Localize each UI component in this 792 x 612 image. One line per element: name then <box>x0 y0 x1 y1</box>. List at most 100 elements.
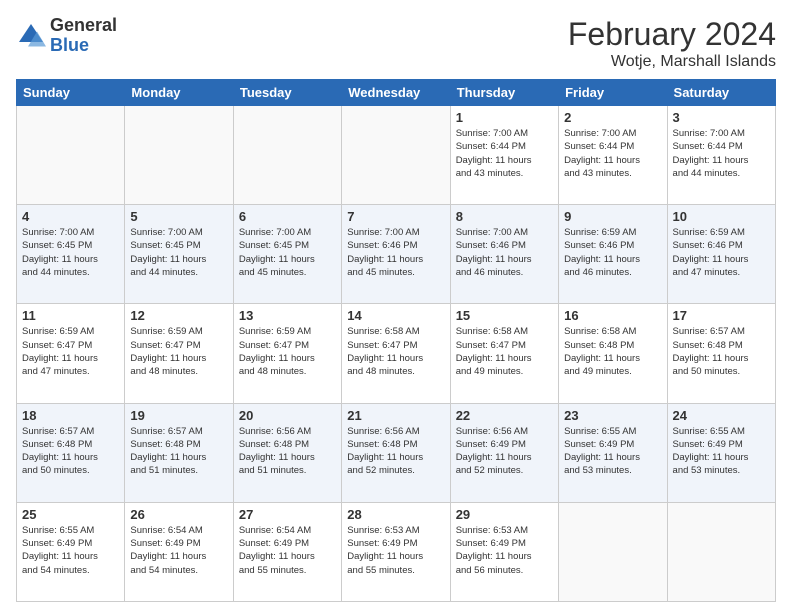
day-info: Sunrise: 6:59 AMSunset: 6:46 PMDaylight:… <box>673 226 770 279</box>
day-info: Sunrise: 6:59 AMSunset: 6:47 PMDaylight:… <box>239 325 336 378</box>
calendar-cell: 24 Sunrise: 6:55 AMSunset: 6:49 PMDayligh… <box>667 403 775 502</box>
calendar-cell: 16 Sunrise: 6:58 AMSunset: 6:48 PMDayligh… <box>559 304 667 403</box>
calendar-weekday-friday: Friday <box>559 80 667 106</box>
day-info: Sunrise: 6:53 AMSunset: 6:49 PMDaylight:… <box>347 524 444 577</box>
day-info: Sunrise: 7:00 AMSunset: 6:46 PMDaylight:… <box>456 226 553 279</box>
calendar-weekday-saturday: Saturday <box>667 80 775 106</box>
day-number: 24 <box>673 408 770 423</box>
calendar-cell: 20 Sunrise: 6:56 AMSunset: 6:48 PMDayligh… <box>233 403 341 502</box>
calendar-header-row: SundayMondayTuesdayWednesdayThursdayFrid… <box>17 80 776 106</box>
day-info: Sunrise: 6:59 AMSunset: 6:47 PMDaylight:… <box>130 325 227 378</box>
day-number: 16 <box>564 308 661 323</box>
day-info: Sunrise: 7:00 AMSunset: 6:44 PMDaylight:… <box>456 127 553 180</box>
day-info: Sunrise: 7:00 AMSunset: 6:46 PMDaylight:… <box>347 226 444 279</box>
calendar-week-row: 11Sunrise: 6:59 AMSunset: 6:47 PMDayligh… <box>17 304 776 403</box>
title-block: February 2024 Wotje, Marshall Islands <box>568 16 776 71</box>
day-number: 26 <box>130 507 227 522</box>
calendar-cell: 3Sunrise: 7:00 AMSunset: 6:44 PMDaylight… <box>667 106 775 205</box>
day-number: 21 <box>347 408 444 423</box>
logo: General Blue <box>16 16 117 56</box>
calendar-cell: 12Sunrise: 6:59 AMSunset: 6:47 PMDayligh… <box>125 304 233 403</box>
calendar-weekday-monday: Monday <box>125 80 233 106</box>
title-location: Wotje, Marshall Islands <box>568 53 776 71</box>
day-info: Sunrise: 7:00 AMSunset: 6:45 PMDaylight:… <box>130 226 227 279</box>
calendar-cell: 26 Sunrise: 6:54 AMSunset: 6:49 PMDayligh… <box>125 502 233 601</box>
calendar-cell: 6 Sunrise: 7:00 AMSunset: 6:45 PMDaylight… <box>233 205 341 304</box>
day-number: 22 <box>456 408 553 423</box>
calendar-week-row: 25 Sunrise: 6:55 AMSunset: 6:49 PMDayligh… <box>17 502 776 601</box>
day-info: Sunrise: 6:57 AMSunset: 6:48 PMDaylight:… <box>22 425 119 478</box>
header: General Blue February 2024 Wotje, Marsha… <box>16 16 776 71</box>
calendar-cell <box>233 106 341 205</box>
day-info: Sunrise: 6:56 AMSunset: 6:49 PMDaylight:… <box>456 425 553 478</box>
calendar-cell <box>125 106 233 205</box>
calendar-cell: 1 Sunrise: 7:00 AMSunset: 6:44 PMDaylight… <box>450 106 558 205</box>
calendar-weekday-thursday: Thursday <box>450 80 558 106</box>
calendar-week-row: 1 Sunrise: 7:00 AMSunset: 6:44 PMDaylight… <box>17 106 776 205</box>
day-info: Sunrise: 6:57 AMSunset: 6:48 PMDaylight:… <box>130 425 227 478</box>
day-number: 4 <box>22 209 119 224</box>
calendar-cell: 23 Sunrise: 6:55 AMSunset: 6:49 PMDayligh… <box>559 403 667 502</box>
calendar-cell: 11Sunrise: 6:59 AMSunset: 6:47 PMDayligh… <box>17 304 125 403</box>
day-number: 29 <box>456 507 553 522</box>
calendar-cell <box>559 502 667 601</box>
calendar-cell: 7 Sunrise: 7:00 AMSunset: 6:46 PMDaylight… <box>342 205 450 304</box>
day-number: 7 <box>347 209 444 224</box>
calendar-cell: 8 Sunrise: 7:00 AMSunset: 6:46 PMDaylight… <box>450 205 558 304</box>
day-number: 9 <box>564 209 661 224</box>
day-number: 20 <box>239 408 336 423</box>
logo-text: General Blue <box>50 16 117 56</box>
day-number: 17 <box>673 308 770 323</box>
day-number: 2 <box>564 110 661 125</box>
day-info: Sunrise: 7:00 AMSunset: 6:44 PMDaylight:… <box>673 127 770 180</box>
calendar-cell: 29 Sunrise: 6:53 AMSunset: 6:49 PMDayligh… <box>450 502 558 601</box>
day-info: Sunrise: 6:56 AMSunset: 6:48 PMDaylight:… <box>347 425 444 478</box>
day-info: Sunrise: 6:55 AMSunset: 6:49 PMDaylight:… <box>564 425 661 478</box>
calendar-cell: 21 Sunrise: 6:56 AMSunset: 6:48 PMDayligh… <box>342 403 450 502</box>
day-number: 28 <box>347 507 444 522</box>
day-info: Sunrise: 6:54 AMSunset: 6:49 PMDaylight:… <box>239 524 336 577</box>
day-info: Sunrise: 6:53 AMSunset: 6:49 PMDaylight:… <box>456 524 553 577</box>
calendar-cell: 5 Sunrise: 7:00 AMSunset: 6:45 PMDaylight… <box>125 205 233 304</box>
calendar-weekday-tuesday: Tuesday <box>233 80 341 106</box>
day-number: 25 <box>22 507 119 522</box>
day-info: Sunrise: 7:00 AMSunset: 6:45 PMDaylight:… <box>22 226 119 279</box>
calendar-cell: 4 Sunrise: 7:00 AMSunset: 6:45 PMDaylight… <box>17 205 125 304</box>
day-info: Sunrise: 6:59 AMSunset: 6:46 PMDaylight:… <box>564 226 661 279</box>
calendar-cell: 28 Sunrise: 6:53 AMSunset: 6:49 PMDayligh… <box>342 502 450 601</box>
calendar-cell: 13 Sunrise: 6:59 AMSunset: 6:47 PMDayligh… <box>233 304 341 403</box>
calendar-cell <box>342 106 450 205</box>
day-info: Sunrise: 6:58 AMSunset: 6:48 PMDaylight:… <box>564 325 661 378</box>
day-info: Sunrise: 7:00 AMSunset: 6:45 PMDaylight:… <box>239 226 336 279</box>
calendar-table: SundayMondayTuesdayWednesdayThursdayFrid… <box>16 79 776 602</box>
calendar-cell: 2 Sunrise: 7:00 AMSunset: 6:44 PMDaylight… <box>559 106 667 205</box>
day-info: Sunrise: 6:58 AMSunset: 6:47 PMDaylight:… <box>456 325 553 378</box>
calendar-cell: 15Sunrise: 6:58 AMSunset: 6:47 PMDayligh… <box>450 304 558 403</box>
day-info: Sunrise: 7:00 AMSunset: 6:44 PMDaylight:… <box>564 127 661 180</box>
calendar-cell: 9 Sunrise: 6:59 AMSunset: 6:46 PMDaylight… <box>559 205 667 304</box>
day-number: 10 <box>673 209 770 224</box>
calendar-cell: 25 Sunrise: 6:55 AMSunset: 6:49 PMDayligh… <box>17 502 125 601</box>
calendar-week-row: 18Sunrise: 6:57 AMSunset: 6:48 PMDayligh… <box>17 403 776 502</box>
page: General Blue February 2024 Wotje, Marsha… <box>0 0 792 612</box>
day-info: Sunrise: 6:55 AMSunset: 6:49 PMDaylight:… <box>673 425 770 478</box>
day-info: Sunrise: 6:54 AMSunset: 6:49 PMDaylight:… <box>130 524 227 577</box>
calendar-cell: 17Sunrise: 6:57 AMSunset: 6:48 PMDayligh… <box>667 304 775 403</box>
day-number: 6 <box>239 209 336 224</box>
day-info: Sunrise: 6:56 AMSunset: 6:48 PMDaylight:… <box>239 425 336 478</box>
calendar-cell: 27Sunrise: 6:54 AMSunset: 6:49 PMDayligh… <box>233 502 341 601</box>
day-number: 5 <box>130 209 227 224</box>
day-info: Sunrise: 6:55 AMSunset: 6:49 PMDaylight:… <box>22 524 119 577</box>
day-number: 8 <box>456 209 553 224</box>
day-number: 13 <box>239 308 336 323</box>
day-number: 23 <box>564 408 661 423</box>
day-number: 14 <box>347 308 444 323</box>
logo-general-text: General <box>50 16 117 36</box>
day-number: 1 <box>456 110 553 125</box>
day-info: Sunrise: 6:58 AMSunset: 6:47 PMDaylight:… <box>347 325 444 378</box>
calendar-cell: 10 Sunrise: 6:59 AMSunset: 6:46 PMDayligh… <box>667 205 775 304</box>
calendar-cell: 18Sunrise: 6:57 AMSunset: 6:48 PMDayligh… <box>17 403 125 502</box>
calendar-cell: 19Sunrise: 6:57 AMSunset: 6:48 PMDayligh… <box>125 403 233 502</box>
calendar-weekday-sunday: Sunday <box>17 80 125 106</box>
logo-blue-text: Blue <box>50 36 117 56</box>
